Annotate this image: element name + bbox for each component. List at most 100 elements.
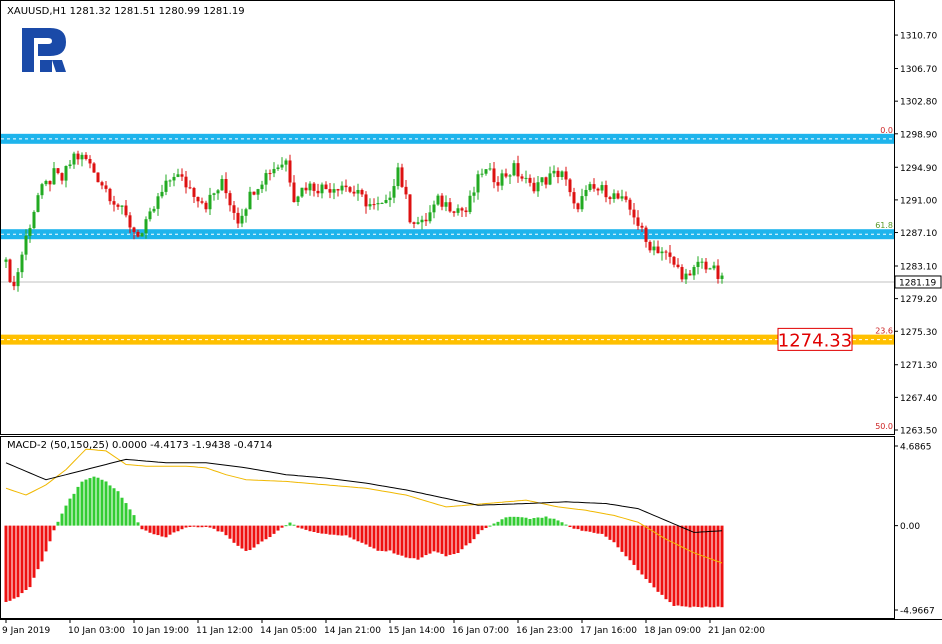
candle xyxy=(252,191,256,196)
price-tick-label: 1275.30 xyxy=(900,328,937,338)
candle xyxy=(108,187,112,205)
candle-body xyxy=(244,209,248,216)
price-tick-label: 1263.50 xyxy=(900,427,937,437)
candle xyxy=(656,240,660,254)
candle xyxy=(472,186,476,203)
price-tick-label: 1306.70 xyxy=(900,65,937,75)
candle xyxy=(668,245,672,264)
macd-histogram-bar xyxy=(580,525,584,531)
candle xyxy=(76,150,80,165)
candle-body xyxy=(460,208,464,211)
candle-body xyxy=(376,203,380,205)
candle xyxy=(476,170,480,200)
macd-histogram-bar xyxy=(716,525,720,607)
candle-body xyxy=(428,212,432,222)
candle xyxy=(116,203,120,210)
macd-histogram-bar xyxy=(12,525,16,599)
candle xyxy=(164,174,168,196)
candle xyxy=(16,267,20,292)
candle-body xyxy=(152,208,156,212)
candle-body xyxy=(356,189,360,194)
macd-histogram-bar xyxy=(152,525,156,535)
candle-body xyxy=(672,256,676,265)
candle xyxy=(588,181,592,192)
macd-histogram-bar xyxy=(688,525,692,608)
candle xyxy=(268,169,272,181)
xauusd-chart-window[interactable]: 0.0 61.8 23.6 50.0 1274.33 1310.70 1306.70 130… xyxy=(0,0,942,640)
chart-canvas[interactable]: 0.0 61.8 23.6 50.0 1274.33 1310.70 1306.70 130… xyxy=(0,0,942,640)
candle-body xyxy=(508,175,512,177)
macd-histogram-bar xyxy=(576,525,580,530)
candle xyxy=(264,169,268,192)
candle xyxy=(456,204,460,216)
macd-histogram-bar xyxy=(424,525,428,556)
candle-body xyxy=(412,222,416,224)
time-tick-label: 15 Jan 14:00 xyxy=(388,626,445,636)
macd-tick-label: 4.6865 xyxy=(900,443,932,453)
macd-histogram-bar xyxy=(92,476,96,526)
candle-body xyxy=(32,211,36,229)
candle xyxy=(92,162,96,173)
macd-histogram-bar xyxy=(336,525,340,536)
macd-histogram-bar xyxy=(236,525,240,546)
candle-body xyxy=(80,154,84,160)
price-pane[interactable]: 0.0 61.8 23.6 50.0 1274.33 xyxy=(1,126,894,431)
time-tick-label: 16 Jan 23:00 xyxy=(516,626,573,636)
candle xyxy=(432,200,436,219)
macd-histogram-bar xyxy=(432,525,436,552)
candle-body xyxy=(680,267,684,280)
candle-body xyxy=(212,193,216,195)
macd-histogram-bar xyxy=(160,525,164,537)
candle-body xyxy=(204,202,208,210)
candle-body xyxy=(276,167,280,169)
candle-body xyxy=(424,219,428,222)
candle-body xyxy=(216,190,220,194)
macd-histogram-bar xyxy=(52,525,56,531)
candle-body xyxy=(704,261,708,270)
candle xyxy=(584,185,588,201)
candle xyxy=(12,275,16,291)
macd-histogram-bar xyxy=(484,525,488,529)
macd-histogram-bar xyxy=(644,525,648,580)
candle-body xyxy=(616,193,620,199)
macd-histogram-bar xyxy=(400,525,404,556)
candle-body xyxy=(52,168,56,185)
candle xyxy=(32,210,36,230)
candle xyxy=(80,152,84,167)
macd-histogram-bar xyxy=(444,525,448,557)
macd-histogram-bar xyxy=(516,516,520,526)
candle xyxy=(620,189,624,202)
macd-histogram-bar xyxy=(572,525,576,529)
macd-histogram-bar xyxy=(144,525,148,531)
candle xyxy=(676,258,680,269)
macd-histogram-bar xyxy=(88,478,92,526)
candle xyxy=(700,258,704,269)
candle-body xyxy=(292,182,296,203)
macd-histogram-bar xyxy=(568,525,572,528)
time-tick-label: 14 Jan 05:00 xyxy=(260,626,317,636)
macd-histogram-bar xyxy=(112,488,116,526)
candle xyxy=(364,191,368,214)
candle xyxy=(340,181,344,195)
candle-body xyxy=(72,153,76,165)
candle xyxy=(316,183,320,198)
candle-body xyxy=(584,189,588,197)
macd-histogram-bar xyxy=(196,525,200,528)
candle xyxy=(540,177,544,186)
macd-histogram-bar xyxy=(32,525,36,578)
candle-body xyxy=(512,163,516,176)
candle-body xyxy=(224,179,228,194)
macd-pane[interactable] xyxy=(4,448,724,608)
candle xyxy=(168,179,172,187)
price-tick-label: 1279.20 xyxy=(900,295,937,305)
fib-label: 50.0 xyxy=(875,422,893,431)
candle-body xyxy=(504,173,508,177)
macd-histogram-bar xyxy=(352,525,356,540)
macd-histogram-bar xyxy=(200,525,204,528)
candle-body xyxy=(708,268,712,270)
macd-histogram-bar xyxy=(416,525,420,560)
macd-histogram-bar xyxy=(600,525,604,534)
candle xyxy=(284,158,288,172)
candle-body xyxy=(36,195,40,212)
candle-body xyxy=(104,185,108,189)
